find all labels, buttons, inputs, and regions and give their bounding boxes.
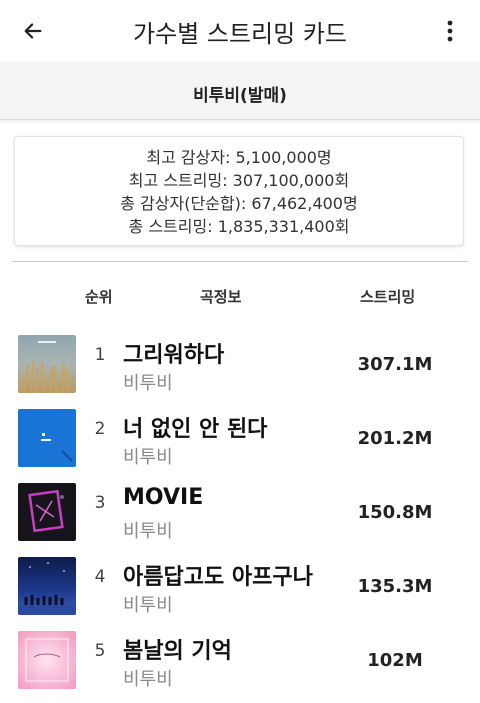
track-row[interactable]: 2 너 없인 안 된다 비투비 201.2M — [0, 405, 480, 479]
track-streams: 201.2M — [357, 428, 433, 449]
track-title: 그리워하다 — [123, 343, 225, 368]
column-header-song-info: 곡정보 — [200, 288, 242, 306]
track-rank: 1 — [94, 345, 106, 365]
track-streams: 150.8M — [357, 502, 433, 523]
stats-card: 최고 감상자: 5,100,000명 최고 스트리밍: 307,100,000회… — [14, 136, 464, 246]
track-title: 아름답고도 아프구나 — [123, 565, 313, 590]
track-row[interactable]: 3 MOVIE 비투비 150.8M — [0, 479, 480, 553]
column-header-rank: 순위 — [85, 288, 113, 306]
track-rank: 2 — [94, 419, 106, 439]
track-title: 너 없인 안 된다 — [123, 417, 268, 442]
stat-peak-listeners: 최고 감상자: 5,100,000명 — [146, 148, 332, 167]
track-title: MOVIE — [123, 485, 204, 510]
track-artist: 비투비 — [123, 447, 173, 468]
stat-total-streams: 총 스트리밍: 1,835,331,400회 — [128, 217, 350, 236]
track-rank: 5 — [94, 641, 106, 661]
album-art — [18, 483, 76, 541]
column-header-streams: 스트리밍 — [360, 288, 416, 306]
track-row[interactable]: 4 아름답고도 아프구나 비투비 135.3M — [0, 553, 480, 627]
stat-peak-streams: 최고 스트리밍: 307,100,000회 — [128, 171, 350, 190]
track-artist: 비투비 — [123, 521, 173, 542]
track-title: 봄날의 기억 — [123, 639, 232, 664]
more-options-button[interactable] — [438, 16, 462, 46]
track-streams: 307.1M — [357, 354, 433, 375]
artist-header: 비투비(발매) — [0, 62, 480, 120]
page-title: 가수별 스트리밍 카드 — [133, 20, 347, 48]
track-rank: 3 — [94, 493, 106, 513]
track-streams: 102M — [367, 650, 423, 671]
artist-title: 비투비(발매) — [193, 86, 287, 106]
album-art — [18, 631, 76, 689]
track-row[interactable]: 5 봄날의 기억 비투비 102M — [0, 627, 480, 701]
album-art — [18, 557, 76, 615]
stat-total-listeners: 총 감상자(단순합): 67,462,400명 — [120, 194, 358, 213]
divider — [12, 261, 468, 262]
track-artist: 비투비 — [123, 373, 173, 394]
more-vertical-icon — [447, 20, 453, 42]
album-art — [18, 409, 76, 467]
app-bar: 가수별 스트리밍 카드 — [0, 0, 480, 62]
track-artist: 비투비 — [123, 669, 173, 690]
track-row[interactable]: 1 그리워하다 비투비 307.1M — [0, 331, 480, 405]
track-list: 1 그리워하다 비투비 307.1M 2 너 없인 안 된다 비투비 201.2… — [0, 331, 480, 701]
track-rank: 4 — [94, 567, 106, 587]
track-streams: 135.3M — [357, 576, 433, 597]
track-artist: 비투비 — [123, 595, 173, 616]
album-art — [18, 335, 76, 393]
